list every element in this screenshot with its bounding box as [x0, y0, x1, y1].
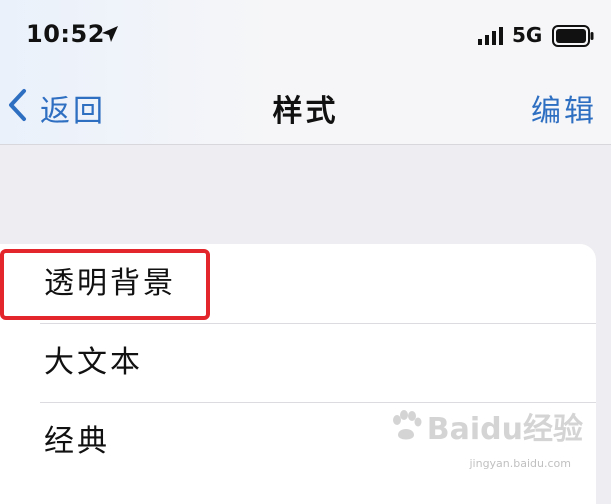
watermark-url: jingyan.baidu.com — [469, 457, 571, 470]
location-arrow-icon — [102, 26, 118, 42]
paw-icon — [392, 410, 422, 440]
edit-button[interactable]: 编辑 — [531, 86, 597, 130]
network-type-label: 5G — [512, 23, 543, 47]
navigation-header: 10:52 5G 返回 样式 编辑 — [0, 0, 611, 145]
watermark-text: Baidu经验 — [426, 412, 583, 447]
list-item-transparent-background[interactable]: 透明背景 — [0, 244, 596, 323]
status-time: 10:52 — [26, 20, 105, 48]
cellular-signal-icon — [478, 27, 503, 45]
page-title: 样式 — [272, 94, 339, 129]
baidu-watermark: Baidu经验 — [389, 404, 583, 448]
battery-icon — [552, 25, 594, 47]
list-item-large-text[interactable]: 大文本 — [0, 323, 596, 402]
